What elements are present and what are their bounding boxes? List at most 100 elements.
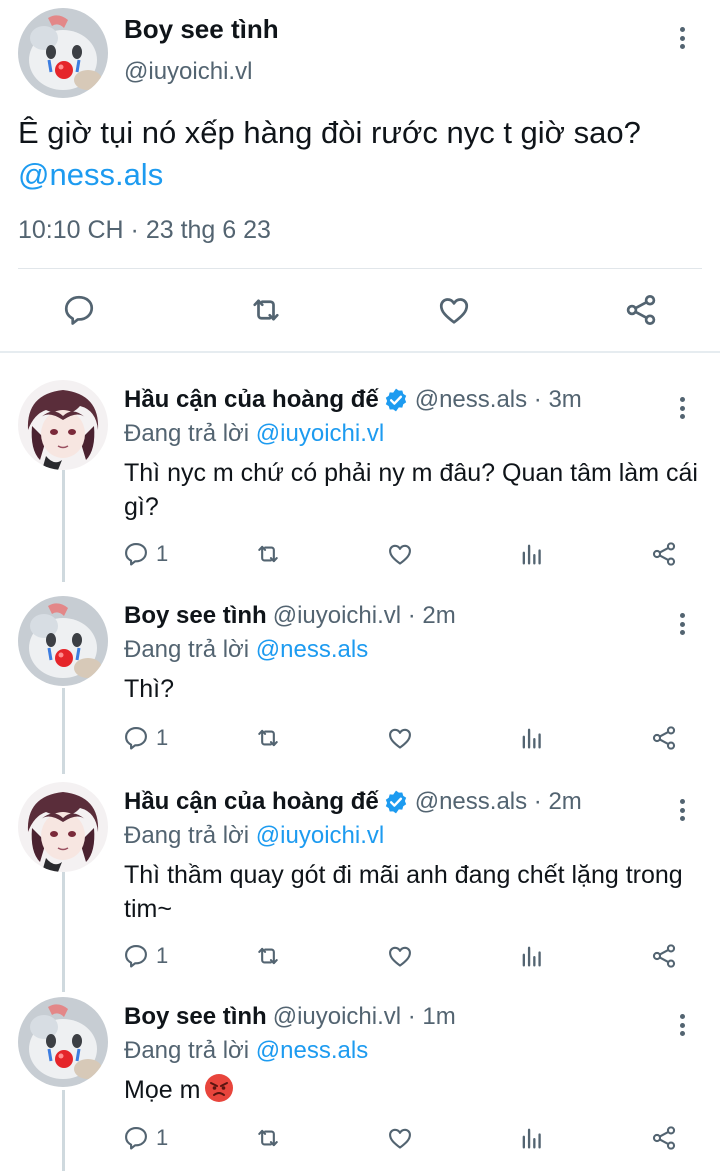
reply-text: Thì nyc m chứ có phải ny m đâu? Quan tâm… <box>124 459 698 521</box>
share-icon[interactable] <box>623 292 659 328</box>
reply-actions: 1 <box>0 1122 720 1154</box>
reply-count: 1 <box>156 541 169 566</box>
main-tweet: Boy see tình @iuyoichi.vl Ê giờ tụi nó x… <box>0 0 720 352</box>
views-icon <box>518 724 546 752</box>
mention-link[interactable]: @ness.als <box>256 1037 368 1064</box>
avatar[interactable] <box>18 380 108 470</box>
author-name[interactable]: Hầu cận của hoàng đế <box>124 386 379 414</box>
replying-label: Đang trả lời <box>124 1037 250 1064</box>
reply-count: 1 <box>156 1125 169 1150</box>
section-separator <box>0 351 720 353</box>
reply-button[interactable]: 1 <box>122 1122 168 1154</box>
author-name[interactable]: Hầu cận của hoàng đế <box>124 788 379 816</box>
thread-line <box>62 872 65 992</box>
reply-text: Thì thầm quay gót đi mãi anh đang chết l… <box>124 861 683 923</box>
like-icon <box>386 724 414 752</box>
more-options-icon[interactable] <box>672 24 692 52</box>
share-button[interactable] <box>650 940 678 972</box>
retweet-button[interactable] <box>254 1122 282 1154</box>
author-name[interactable]: Boy see tình <box>124 14 279 45</box>
author-handle-time: @ness.als · 3m <box>414 386 582 413</box>
reply-icon[interactable] <box>61 292 97 328</box>
reply-icon <box>122 724 150 752</box>
author-handle-time: @ness.als · 2m <box>414 788 582 815</box>
like-button[interactable] <box>386 1122 414 1154</box>
replying-label: Đang trả lời <box>124 420 250 447</box>
like-button[interactable] <box>386 722 414 754</box>
retweet-button[interactable] <box>254 940 282 972</box>
reply-body: Mọe m <box>124 1076 201 1104</box>
reply-icon <box>122 540 150 568</box>
more-options-icon[interactable] <box>672 610 692 638</box>
retweet-icon <box>254 942 282 970</box>
share-icon <box>650 942 678 970</box>
views-button[interactable] <box>518 538 546 570</box>
verified-badge-icon <box>383 789 409 815</box>
replying-to: Đang trả lời @ness.als <box>124 636 368 664</box>
reply-actions: 1 <box>0 940 720 972</box>
angry-face-icon <box>204 1073 234 1103</box>
reply-actions: 1 <box>0 722 720 754</box>
views-icon <box>518 1124 546 1152</box>
mention-link[interactable]: @ness.als <box>18 154 708 196</box>
reply-icon <box>122 1124 150 1152</box>
reply-button[interactable]: 1 <box>122 538 168 570</box>
share-button[interactable] <box>650 538 678 570</box>
author-handle[interactable]: @iuyoichi.vl <box>124 58 252 86</box>
retweet-button[interactable] <box>254 722 282 754</box>
avatar[interactable] <box>18 997 108 1087</box>
mention-link[interactable]: @iuyoichi.vl <box>256 420 384 447</box>
like-icon <box>386 1124 414 1152</box>
more-options-icon[interactable] <box>672 796 692 824</box>
like-button[interactable] <box>386 940 414 972</box>
like-icon <box>386 942 414 970</box>
reply-count: 1 <box>156 725 169 750</box>
author-handle-time: @iuyoichi.vl · 2m <box>272 602 456 629</box>
more-options-icon[interactable] <box>672 394 692 422</box>
verified-badge-icon <box>383 387 409 413</box>
avatar[interactable] <box>18 8 108 98</box>
tweet-body: Ê giờ tụi nó xếp hàng đòi rước nyc t giờ… <box>18 115 641 150</box>
avatar[interactable] <box>18 782 108 872</box>
like-icon[interactable] <box>436 292 472 328</box>
tweet-text: Ê giờ tụi nó xếp hàng đòi rước nyc t giờ… <box>18 112 708 196</box>
views-icon <box>518 942 546 970</box>
author-name[interactable]: Boy see tình <box>124 1003 267 1031</box>
author-handle-time: @iuyoichi.vl · 1m <box>272 1003 456 1030</box>
share-icon <box>650 540 678 568</box>
reply-text: Mọe m <box>124 1073 704 1107</box>
like-icon <box>386 540 414 568</box>
reply-button[interactable]: 1 <box>122 940 168 972</box>
views-icon <box>518 540 546 568</box>
retweet-icon <box>254 724 282 752</box>
reply-text: Thì? <box>124 675 175 703</box>
reply-count: 1 <box>156 943 169 968</box>
like-button[interactable] <box>386 538 414 570</box>
tweet-timestamp[interactable]: 10:10 CH · 23 thg 6 23 <box>18 216 271 245</box>
mention-link[interactable]: @ness.als <box>256 636 368 663</box>
avatar[interactable] <box>18 596 108 686</box>
views-button[interactable] <box>518 1122 546 1154</box>
retweet-button[interactable] <box>254 538 282 570</box>
share-button[interactable] <box>650 1122 678 1154</box>
reply-icon <box>122 942 150 970</box>
retweet-icon[interactable] <box>248 292 284 328</box>
replying-to: Đang trả lời @iuyoichi.vl <box>124 420 384 448</box>
share-icon <box>650 724 678 752</box>
reply-actions: 1 <box>0 538 720 570</box>
replying-to: Đang trả lời @ness.als <box>124 1037 368 1065</box>
author-name[interactable]: Boy see tình <box>124 602 267 630</box>
reply-button[interactable]: 1 <box>122 722 168 754</box>
share-icon <box>650 1124 678 1152</box>
more-options-icon[interactable] <box>672 1011 692 1039</box>
replying-label: Đang trả lời <box>124 636 250 663</box>
mention-link[interactable]: @iuyoichi.vl <box>256 822 384 849</box>
replying-label: Đang trả lời <box>124 822 250 849</box>
views-button[interactable] <box>518 940 546 972</box>
retweet-icon <box>254 1124 282 1152</box>
replying-to: Đang trả lời @iuyoichi.vl <box>124 822 384 850</box>
divider <box>18 268 702 269</box>
retweet-icon <box>254 540 282 568</box>
share-button[interactable] <box>650 722 678 754</box>
views-button[interactable] <box>518 722 546 754</box>
